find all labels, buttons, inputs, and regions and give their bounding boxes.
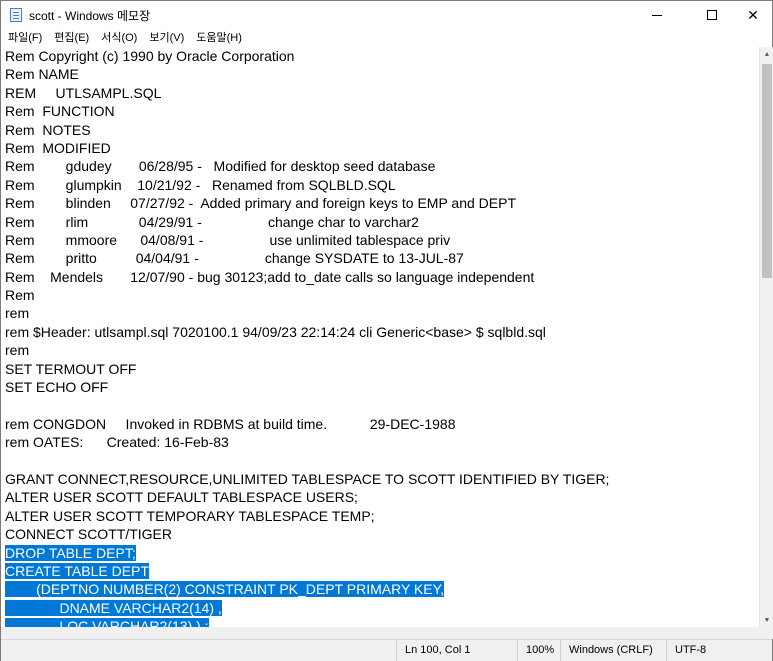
line-text: ALTER USER SCOTT DEFAULT TABLESPACE USER… [5, 489, 358, 506]
line-text: Rem NOTES [5, 121, 91, 138]
text-line[interactable]: Rem pritto 04/04/91 - change SYSDATE to … [5, 249, 609, 267]
encoding: UTF-8 [666, 640, 772, 661]
close-icon: ✕ [747, 6, 759, 23]
line-text: Rem Mendels 12/07/90 - bug 30123;add to_… [5, 268, 535, 285]
text-line[interactable]: REM UTLSAMPL.SQL [5, 84, 609, 102]
text-line[interactable]: Rem MODIFIED [5, 139, 609, 157]
text-line[interactable]: Rem Copyright (c) 1990 by Oracle Corpora… [5, 47, 609, 65]
line-text: rem $Header: utlsampl.sql 7020100.1 94/0… [5, 323, 546, 340]
text-line[interactable]: SET TERMOUT OFF [5, 360, 609, 378]
text-line[interactable] [5, 452, 609, 470]
text-line[interactable]: SET ECHO OFF [5, 378, 609, 396]
text-line[interactable]: Rem NOTES [5, 121, 609, 139]
maximize-icon [707, 10, 717, 20]
text-line[interactable]: Rem [5, 286, 609, 304]
zoom-level: 100% [517, 640, 560, 661]
horizontal-scrollbar[interactable] [1, 627, 759, 639]
text-line[interactable]: LOC VARCHAR2(13) ) ; [5, 617, 609, 627]
menu-help[interactable]: 도움말(H) [190, 29, 248, 47]
text-editor[interactable]: Rem Copyright (c) 1990 by Oracle Corpora… [1, 47, 759, 627]
text-line[interactable]: rem [5, 304, 609, 322]
notepad-window: scott - Windows 메모장 ✕ 파일(F) 편집(E) 서식(O) … [0, 0, 773, 661]
text-line[interactable]: DROP TABLE DEPT; [5, 544, 609, 562]
line-text: Rem rlim 04/29/91 - change char to varch… [5, 213, 419, 230]
line-text: CREATE TABLE DEPT [5, 562, 149, 579]
line-text: Rem FUNCTION [5, 103, 115, 120]
text-line[interactable]: Rem glumpkin 10/21/92 - Renamed from SQL… [5, 176, 609, 194]
text-content[interactable]: Rem Copyright (c) 1990 by Oracle Corpora… [5, 47, 609, 627]
line-text: Rem gdudey 06/28/95 - Modified for deskt… [5, 158, 436, 175]
line-text: Rem glumpkin 10/21/92 - Renamed from SQL… [5, 176, 396, 193]
title-bar[interactable]: scott - Windows 메모장 ✕ [1, 1, 772, 29]
text-line[interactable]: CREATE TABLE DEPT [5, 562, 609, 580]
text-line[interactable]: GRANT CONNECT,RESOURCE,UNLIMITED TABLESP… [5, 470, 609, 488]
text-line[interactable]: ALTER USER SCOTT DEFAULT TABLESPACE USER… [5, 488, 609, 506]
line-text: Rem MODIFIED [5, 139, 111, 156]
window-title: scott - Windows 메모장 [29, 9, 151, 23]
minimize-icon [652, 14, 662, 16]
vertical-scrollbar[interactable]: ▲ ▼ [759, 47, 773, 627]
text-line[interactable]: Rem blinden 07/27/92 - Added primary and… [5, 194, 609, 212]
line-text: SET ECHO OFF [5, 379, 109, 396]
line-ending: Windows (CRLF) [560, 640, 666, 661]
text-line[interactable]: DNAME VARCHAR2(14) , [5, 599, 609, 617]
text-line[interactable]: Rem rlim 04/29/91 - change char to varch… [5, 213, 609, 231]
line-text: DROP TABLE DEPT; [5, 544, 136, 561]
line-text: rem [5, 305, 30, 322]
menu-edit[interactable]: 편집(E) [48, 29, 95, 47]
text-line[interactable]: rem [5, 341, 609, 359]
line-text: rem OATES: Created: 16-Feb-83 [5, 434, 229, 451]
line-text: GRANT CONNECT,RESOURCE,UNLIMITED TABLESP… [5, 470, 610, 487]
menu-format[interactable]: 서식(O) [95, 29, 143, 47]
text-line[interactable] [5, 396, 609, 414]
scrollbar-corner [759, 627, 773, 639]
line-text: SET TERMOUT OFF [5, 360, 137, 377]
text-line[interactable]: CONNECT SCOTT/TIGER [5, 525, 609, 543]
scroll-thumb[interactable] [762, 64, 772, 278]
close-button[interactable]: ✕ [734, 1, 772, 29]
line-text: Rem Copyright (c) 1990 by Oracle Corpora… [5, 48, 295, 64]
text-line[interactable]: Rem gdudey 06/28/95 - Modified for deskt… [5, 157, 609, 175]
notepad-icon [10, 8, 22, 22]
text-line[interactable]: rem CONGDON Invoked in RDBMS at build ti… [5, 415, 609, 433]
line-text: rem CONGDON Invoked in RDBMS at build ti… [5, 415, 456, 432]
line-text: REM UTLSAMPL.SQL [5, 84, 162, 101]
text-line[interactable]: rem $Header: utlsampl.sql 7020100.1 94/0… [5, 323, 609, 341]
maximize-button[interactable] [689, 1, 735, 29]
text-line[interactable]: (DEPTNO NUMBER(2) CONSTRAINT PK_DEPT PRI… [5, 580, 609, 598]
menu-file[interactable]: 파일(F) [1, 29, 48, 47]
line-text: rem [5, 342, 30, 359]
line-text: CONNECT SCOTT/TIGER [5, 526, 172, 543]
chevron-up-icon[interactable]: ▲ [760, 47, 773, 61]
text-line[interactable]: Rem mmoore 04/08/91 - use unlimited tabl… [5, 231, 609, 249]
line-text: Rem pritto 04/04/91 - change SYSDATE to … [5, 250, 464, 267]
line-text: Rem blinden 07/27/92 - Added primary and… [5, 195, 517, 212]
line-text: DNAME VARCHAR2(14) , [5, 599, 222, 616]
line-text: Rem [5, 287, 35, 304]
line-text: LOC VARCHAR2(13) ) ; [5, 618, 209, 627]
menu-view[interactable]: 보기(V) [143, 29, 190, 47]
line-text: (DEPTNO NUMBER(2) CONSTRAINT PK_DEPT PRI… [5, 581, 445, 598]
text-line[interactable]: Rem NAME [5, 65, 609, 83]
text-line[interactable]: Rem FUNCTION [5, 102, 609, 120]
status-bar: Ln 100, Col 1 100% Windows (CRLF) UTF-8 [1, 639, 772, 661]
menu-bar: 파일(F) 편집(E) 서식(O) 보기(V) 도움말(H) [1, 29, 772, 47]
minimize-button[interactable] [634, 1, 680, 29]
text-line[interactable]: ALTER USER SCOTT TEMPORARY TABLESPACE TE… [5, 507, 609, 525]
line-text: Rem NAME [5, 66, 79, 83]
line-text: Rem mmoore 04/08/91 - use unlimited tabl… [5, 231, 451, 248]
text-line[interactable]: rem OATES: Created: 16-Feb-83 [5, 433, 609, 451]
cursor-position: Ln 100, Col 1 [396, 640, 517, 661]
chevron-down-icon[interactable]: ▼ [760, 613, 773, 627]
text-line[interactable]: Rem Mendels 12/07/90 - bug 30123;add to_… [5, 268, 609, 286]
line-text: ALTER USER SCOTT TEMPORARY TABLESPACE TE… [5, 507, 375, 524]
